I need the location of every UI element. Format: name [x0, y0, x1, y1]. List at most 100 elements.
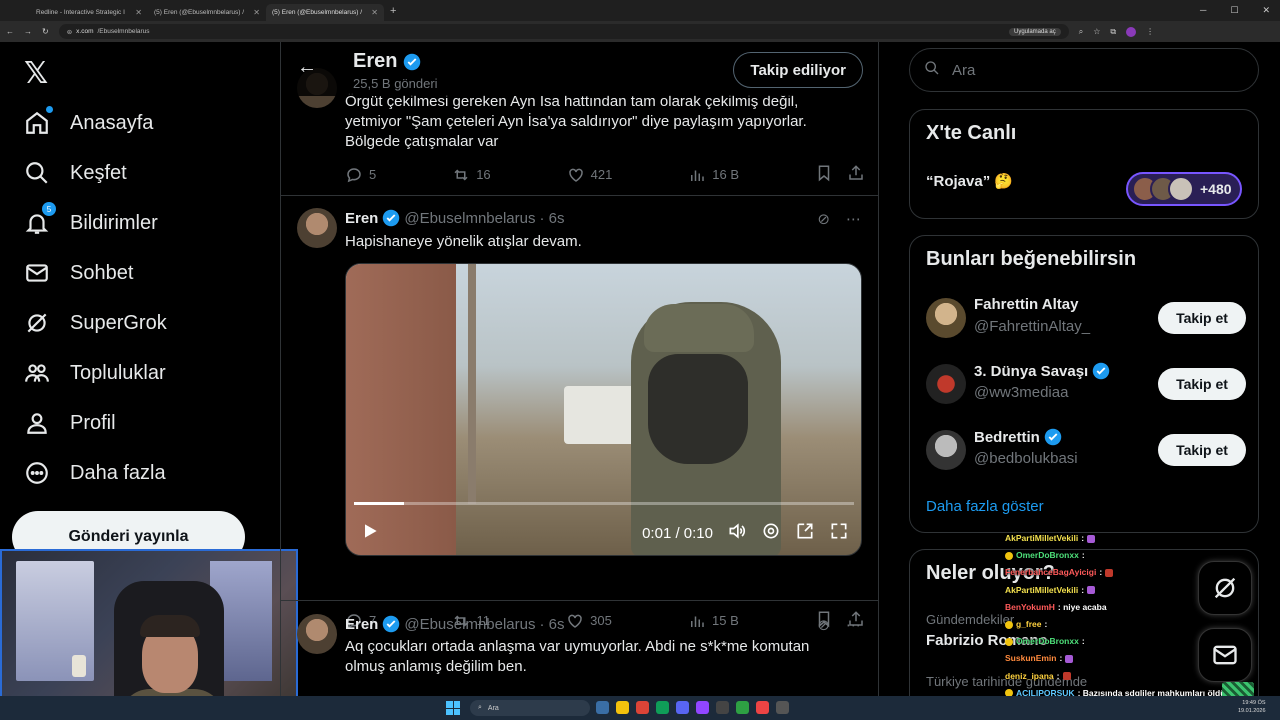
- follow-button[interactable]: Takip et: [1158, 434, 1246, 466]
- repost-icon: [454, 168, 468, 181]
- nav-label: SuperGrok: [70, 311, 167, 334]
- nav-item-home[interactable]: Anasayfa: [24, 106, 153, 136]
- avatar[interactable]: [926, 430, 966, 470]
- open-in-app-button[interactable]: Uygulamada aç: [1009, 27, 1061, 36]
- back-arrow-icon[interactable]: ←: [297, 56, 317, 79]
- twitch-icon[interactable]: [696, 701, 709, 714]
- forward-icon[interactable]: →: [24, 27, 32, 36]
- minimize-icon[interactable]: ─: [1200, 5, 1206, 16]
- avatar[interactable]: [926, 298, 966, 338]
- user-name: Fahrettin Altay: [974, 296, 1079, 313]
- video-progress-bar[interactable]: [354, 502, 854, 505]
- search-input[interactable]: Ara: [909, 48, 1259, 92]
- tweet-author-name[interactable]: Eren: [345, 616, 378, 633]
- popout-icon[interactable]: [795, 521, 815, 546]
- share-icon[interactable]: [847, 164, 865, 185]
- tweet-author-handle[interactable]: @Ebuselmnbelarus: [404, 616, 535, 633]
- zoom-icon[interactable]: ⌕: [1079, 27, 1083, 37]
- search-placeholder: Ara: [952, 61, 976, 79]
- webcam-person-hair: [140, 615, 200, 637]
- settings-gear-icon[interactable]: [761, 521, 781, 546]
- windows-taskbar: ⌕ Ara 19:49 ÖS 19.01.2026: [0, 696, 1280, 720]
- repost-button[interactable]: 16: [452, 166, 491, 184]
- taskbar-clock[interactable]: 19:49 ÖS 19.01.2026: [1238, 699, 1266, 715]
- more-dots-icon[interactable]: ⋯: [846, 616, 861, 634]
- avatar[interactable]: [297, 208, 337, 248]
- nav-item-notifications[interactable]: 5 Bildirimler: [24, 202, 158, 236]
- nav-item-messages[interactable]: Sohbet: [24, 260, 133, 286]
- live-participants-button[interactable]: +480: [1126, 172, 1242, 206]
- volume-icon[interactable]: [727, 521, 747, 546]
- tweet[interactable]: Eren @Ebuselmnbelarus · 6s ⊘ ⋯ Hapishane…: [281, 196, 878, 628]
- notification-badge: 5: [42, 202, 56, 216]
- avatar[interactable]: [926, 364, 966, 404]
- video-player[interactable]: 0:01 / 0:10: [345, 263, 862, 556]
- play-icon[interactable]: [360, 521, 380, 546]
- maximize-icon[interactable]: ☐: [1230, 5, 1238, 16]
- back-icon[interactable]: ←: [6, 27, 14, 36]
- folder-icon[interactable]: [616, 701, 629, 714]
- app-icon[interactable]: [716, 701, 729, 714]
- follow-button[interactable]: Takip et: [1158, 368, 1246, 400]
- nav-item-communities[interactable]: Topluluklar: [24, 360, 166, 386]
- bookmark-icon[interactable]: [815, 164, 833, 185]
- nav-item-supergrok[interactable]: SuperGrok: [24, 310, 167, 336]
- suggested-user[interactable]: Bedrettin @bedbolukbasi Takip et: [926, 428, 1246, 478]
- following-button[interactable]: Takip ediliyor: [733, 52, 863, 88]
- close-window-icon[interactable]: ✕: [1262, 5, 1270, 16]
- app-icon[interactable]: [776, 701, 789, 714]
- reload-icon[interactable]: ↻: [42, 27, 49, 36]
- nav-item-explore[interactable]: Keşfet: [24, 160, 127, 186]
- avatar[interactable]: [297, 614, 337, 654]
- nav-item-more[interactable]: Daha fazla: [24, 460, 166, 486]
- suggested-user[interactable]: Fahrettin Altay @FahrettinAltay_ Takip e…: [926, 296, 1246, 346]
- app-icon[interactable]: [596, 701, 609, 714]
- chrome-icon[interactable]: [636, 701, 649, 714]
- like-count: 421: [590, 167, 613, 182]
- browser-tab[interactable]: (5) Eren (@Ebuselmnbelarus) / ✕: [148, 4, 266, 21]
- profile-avatar[interactable]: [1126, 26, 1137, 37]
- tweet-time[interactable]: · 6s: [540, 210, 565, 227]
- show-more-link[interactable]: Daha fazla göster: [926, 498, 1044, 515]
- app-icon[interactable]: [656, 701, 669, 714]
- tweet-text: Aq çocukları ortada anlaşma var uymuyorl…: [345, 638, 810, 675]
- close-icon[interactable]: ✕: [253, 8, 260, 17]
- tweet[interactable]: Eren @Ebuselmnbelarus · 6s ⊘ ⋯ Aq çocukl…: [281, 601, 878, 696]
- fullscreen-icon[interactable]: [829, 521, 849, 546]
- taskbar-search[interactable]: ⌕ Ara: [470, 700, 590, 716]
- like-button[interactable]: 421: [567, 166, 613, 184]
- close-icon[interactable]: ✕: [371, 8, 378, 17]
- app-icon[interactable]: [736, 701, 749, 714]
- taskbar-apps: [596, 701, 789, 714]
- windows-start-icon[interactable]: [446, 701, 460, 715]
- nav-label: Profil: [70, 411, 116, 434]
- browser-tab[interactable]: Redline - Interactive Strategic I ✕: [30, 4, 148, 21]
- tweet-author-handle[interactable]: @Ebuselmnbelarus: [404, 210, 535, 227]
- reply-button[interactable]: 5: [345, 166, 376, 184]
- views-button[interactable]: 16 B: [688, 166, 739, 184]
- browser-tab-active[interactable]: (5) Eren (@Ebuselmnbelarus) / ✕: [266, 4, 384, 21]
- live-topic[interactable]: “Rojava” 🤔: [926, 172, 1013, 190]
- close-icon[interactable]: ✕: [135, 8, 142, 17]
- bookmark-star-icon[interactable]: ☆: [1093, 27, 1100, 36]
- new-tab-icon[interactable]: +: [390, 5, 396, 17]
- site-info-icon[interactable]: ⊜: [67, 28, 72, 36]
- menu-icon[interactable]: ⋮: [1146, 27, 1154, 36]
- app-icon[interactable]: [756, 701, 769, 714]
- more-dots-icon[interactable]: ⋯: [846, 210, 861, 228]
- video-frame-pole: [468, 264, 476, 504]
- grok-icon[interactable]: ⊘: [817, 616, 830, 634]
- tweet-author-name[interactable]: Eren: [345, 210, 378, 227]
- url-field[interactable]: ⊜ x.com/Ebuselmnbelarus Uygulamada aç: [58, 24, 1069, 39]
- emote-icon: [1062, 672, 1071, 681]
- x-logo-icon[interactable]: 𝕏: [24, 56, 48, 91]
- tweet-header: Eren @Ebuselmnbelarus · 6s: [345, 615, 565, 633]
- discord-icon[interactable]: [676, 701, 689, 714]
- grok-icon[interactable]: ⊘: [817, 210, 830, 228]
- extensions-icon[interactable]: ⧉: [1110, 27, 1116, 37]
- follow-button[interactable]: Takip et: [1158, 302, 1246, 334]
- suggested-user[interactable]: 3. Dünya Savaşı @ww3mediaa Takip et: [926, 362, 1246, 412]
- tweet-time[interactable]: · 6s: [540, 616, 565, 633]
- profile-name-text: Eren: [353, 50, 398, 72]
- nav-item-profile[interactable]: Profil: [24, 410, 116, 436]
